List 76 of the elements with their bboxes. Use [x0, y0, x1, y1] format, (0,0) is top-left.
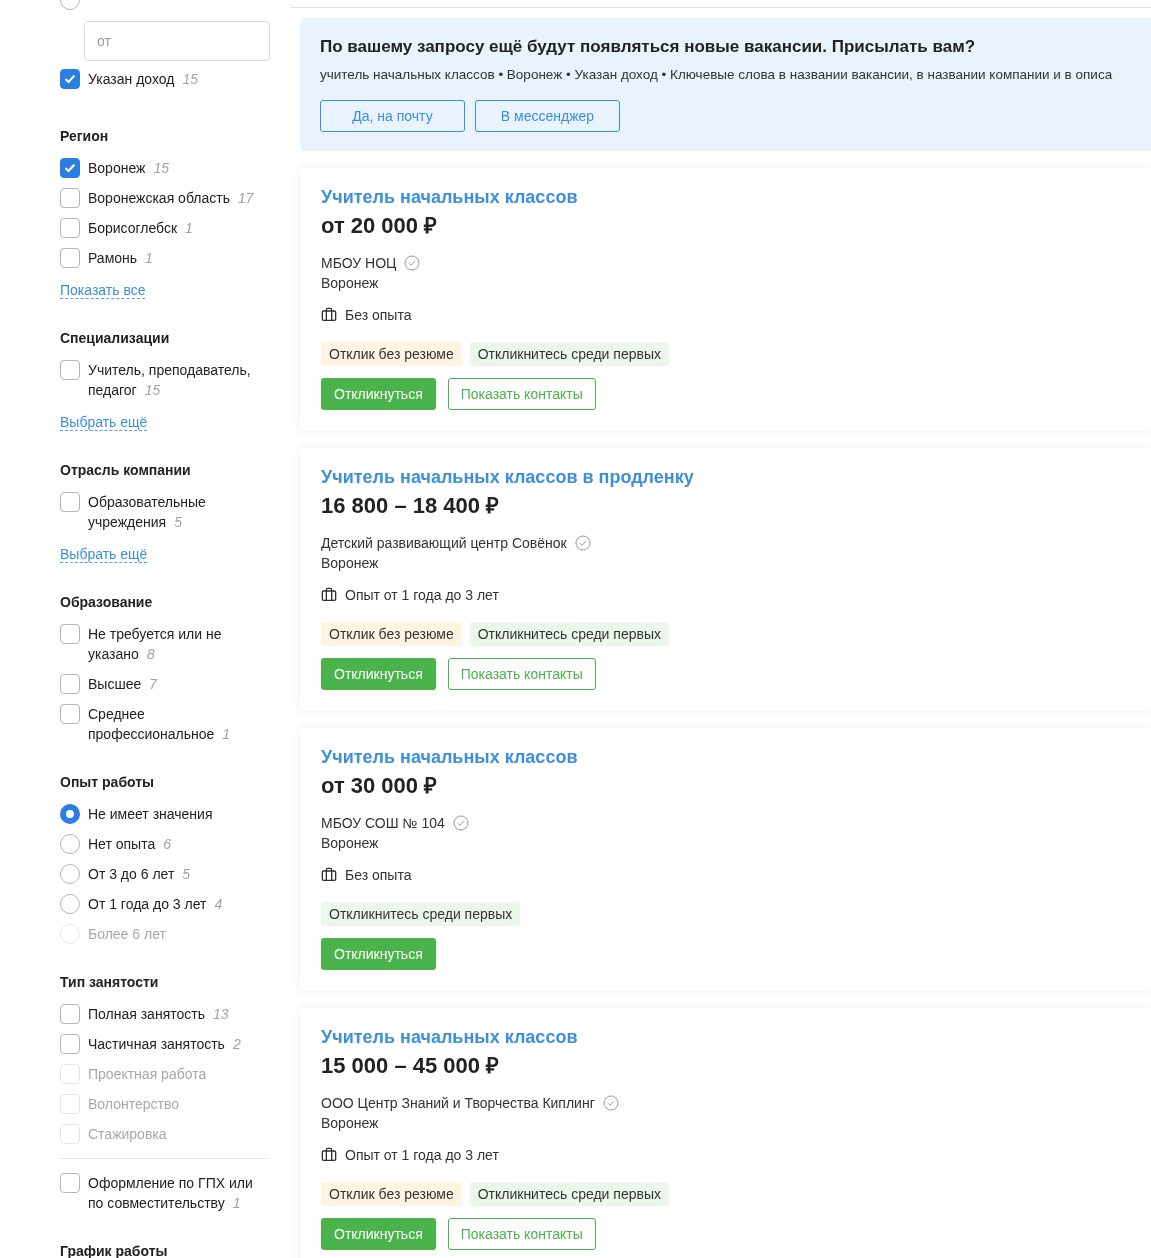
filter-label[interactable]: Воронеж 15: [88, 158, 169, 178]
city: Воронеж: [321, 834, 380, 853]
filter-heading: Отрасль компании: [60, 461, 192, 480]
filter-label[interactable]: Среднее профессиональное 1: [88, 704, 270, 744]
filter-label[interactable]: Высшее 7: [88, 674, 157, 694]
city: Воронеж: [321, 274, 380, 293]
filter-label[interactable]: Борисоглебск 1: [88, 218, 193, 238]
checkbox[interactable]: [60, 158, 80, 178]
tag: Откликнитесь среди первых: [469, 342, 669, 366]
filter-heading: Регион: [60, 127, 110, 146]
filter-label[interactable]: Учитель, преподаватель, педагог 15: [88, 360, 270, 400]
briefcase-icon: [321, 587, 337, 603]
radio-button[interactable]: [60, 894, 80, 914]
show-more-link[interactable]: Показать все: [60, 282, 146, 299]
filter-heading: Специализации: [60, 329, 171, 348]
company-name[interactable]: МБОУ СОШ № 104: [321, 813, 445, 833]
check-icon: [64, 74, 76, 84]
show-more-link[interactable]: Выбрать ещё: [60, 546, 148, 563]
checkbox[interactable]: [60, 69, 80, 89]
radio-button[interactable]: [60, 804, 80, 824]
experience: Без опыта: [345, 866, 412, 885]
filter-label[interactable]: Воронежская область 17: [88, 188, 254, 208]
checkbox[interactable]: [60, 1004, 80, 1024]
checkbox[interactable]: [60, 704, 80, 724]
salary: от 30 000 ₽: [321, 772, 439, 800]
briefcase-icon: [321, 867, 337, 883]
checkbox[interactable]: [60, 1034, 80, 1054]
filter-heading: Опыт работы: [60, 773, 156, 792]
checkbox[interactable]: [60, 218, 80, 238]
filter-label[interactable]: Не имеет значения: [88, 804, 213, 824]
checkbox[interactable]: [60, 360, 80, 380]
filter-label[interactable]: Указан доход 15: [88, 69, 199, 89]
tag: Отклик без резюме: [321, 622, 462, 646]
briefcase-icon: [321, 307, 337, 323]
salary-input[interactable]: от: [84, 21, 270, 61]
city: Воронеж: [321, 554, 380, 573]
filter-label[interactable]: Не требуется или не указано 8: [88, 624, 270, 664]
tag: Отклик без резюме: [321, 1182, 462, 1206]
tag: Отклик без резюме: [321, 342, 462, 366]
salary: 16 800 – 18 400 ₽: [321, 492, 501, 520]
checkbox[interactable]: [60, 674, 80, 694]
filter-label[interactable]: От 3 до 6 лет 5: [88, 864, 191, 884]
filter-label[interactable]: От 1 года до 3 лет 4: [88, 894, 223, 914]
filter-label[interactable]: Частичная занятость 2: [88, 1034, 241, 1054]
briefcase-icon: [321, 1147, 337, 1163]
salary: от 20 000 ₽: [321, 212, 439, 240]
tag: Откликнитесь среди первых: [469, 1182, 669, 1206]
filter-label[interactable]: Рамонь 1: [88, 248, 153, 268]
checkbox[interactable]: [60, 492, 80, 512]
filter-label[interactable]: Полная занятость 13: [88, 1004, 229, 1024]
show-more-link[interactable]: Выбрать ещё: [60, 414, 148, 431]
filter-label[interactable]: Оформление по ГПХ или по совместительству 1: [88, 1173, 270, 1213]
experience: Опыт от 1 года до 3 лет: [345, 1146, 499, 1165]
checkbox[interactable]: [60, 188, 80, 208]
search-query: учитель начальных классов • Воронеж • Указан доход • Ключевые слова в названии вакансии, в названии компании и в описа: [320, 66, 1114, 84]
tag: Откликнитесь среди первых: [321, 902, 521, 926]
checkbox[interactable]: [60, 248, 80, 268]
radio-button[interactable]: [60, 864, 80, 884]
filter-heading: Тип занятости: [60, 973, 160, 992]
company-name[interactable]: ООО Центр Знаний и Творчества Киплинг: [321, 1093, 595, 1113]
radio-button[interactable]: [60, 834, 80, 854]
city: Воронеж: [321, 1114, 380, 1133]
experience: Опыт от 1 года до 3 лет: [345, 586, 499, 605]
filter-heading: Образование: [60, 593, 154, 612]
tag: Откликнитесь среди первых: [469, 622, 669, 646]
salary: 15 000 – 45 000 ₽: [321, 1052, 501, 1080]
company-name[interactable]: Детский развивающий центр Совёнок: [321, 533, 567, 553]
check-icon: [64, 163, 76, 173]
experience: Без опыта: [345, 306, 412, 325]
checkbox[interactable]: [60, 1173, 80, 1193]
checkbox[interactable]: [60, 624, 80, 644]
filter-label[interactable]: Образовательные учреждения 5: [88, 492, 270, 532]
filter-label[interactable]: Нет опыта 6: [88, 834, 171, 854]
filter-heading: График работы: [60, 1242, 169, 1258]
company-name[interactable]: МБОУ НОЦ: [321, 253, 397, 273]
banner-title: По вашему запросу ещё будут появляться новые вакансии. Присылать вам?: [320, 37, 977, 57]
